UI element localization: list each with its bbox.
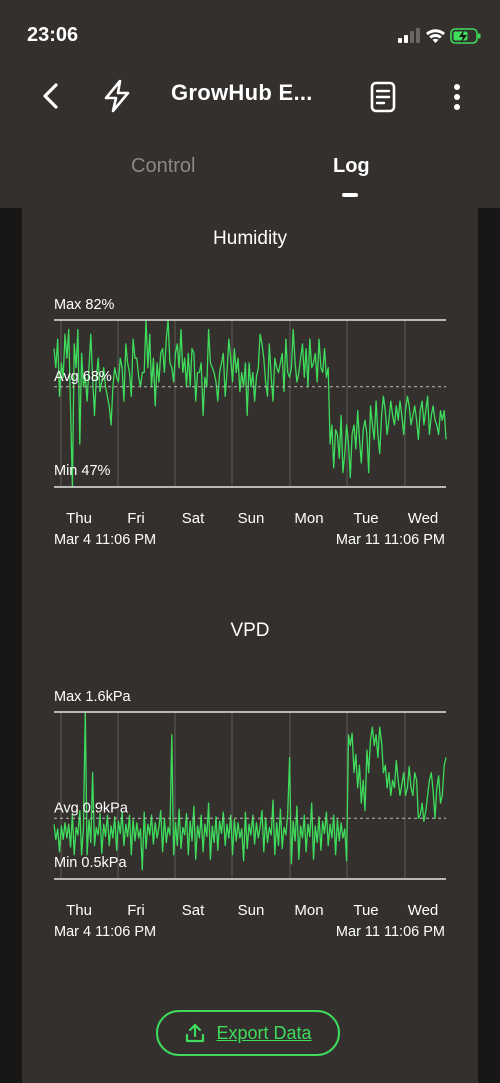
humidity-day-label: Sun: [237, 510, 265, 527]
humidity-day-label: Thu: [66, 510, 92, 527]
humidity-chart-title: Humidity: [213, 228, 287, 249]
export-data-label: Export Data: [216, 1022, 312, 1043]
vpd-avg-label: Avg 0.9kPa: [54, 800, 129, 816]
document-icon[interactable]: [368, 80, 398, 114]
vpd-day-label: Fri: [127, 902, 145, 919]
vpd-max-label: Max 1.6kPa: [54, 689, 131, 705]
humidity-range-end: Mar 11 11:06 PM: [335, 532, 445, 548]
tab-control[interactable]: Control: [131, 155, 195, 178]
tab-log[interactable]: Log: [333, 155, 370, 178]
humidity-day-label: Tue: [353, 510, 379, 527]
lightning-icon[interactable]: [100, 78, 134, 114]
page-title: GrowHub E...: [171, 80, 313, 105]
status-icons: [398, 28, 481, 44]
vpd-day-label: Mon: [294, 902, 324, 919]
humidity-chart: Max 82% Avg 68% Min 47%: [53, 297, 447, 488]
tab-active-indicator: [342, 193, 358, 197]
vpd-day-label: Sun: [237, 902, 265, 919]
upload-icon: [186, 1023, 205, 1043]
vpd-series-line: [53, 711, 447, 871]
export-data-button[interactable]: Export Data: [156, 1010, 340, 1056]
humidity-series-line: [53, 319, 447, 488]
battery-charging-icon: [450, 28, 481, 44]
vpd-day-label: Sat: [181, 902, 205, 919]
vpd-range-start: Mar 4 11:06 PM: [54, 924, 157, 940]
humidity-day-label: Fri: [127, 510, 145, 527]
vpd-day-label: Thu: [66, 902, 92, 919]
vpd-min-label: Min 0.5kPa: [54, 855, 127, 871]
humidity-min-label: Min 47%: [54, 463, 111, 479]
humidity-range-start: Mar 4 11:06 PM: [54, 532, 157, 548]
humidity-day-label: Sat: [181, 510, 205, 527]
top-bar: 23:06 GrowHub E... Control Log: [0, 0, 500, 208]
signal-icon: [398, 28, 420, 43]
humidity-day-label: Wed: [407, 510, 439, 527]
vpd-day-label: Tue: [353, 902, 379, 919]
humidity-max-label: Max 82%: [54, 297, 115, 313]
vpd-chart-title: VPD: [230, 620, 270, 641]
status-time: 23:06: [27, 24, 79, 46]
humidity-avg-label: Avg 68%: [54, 369, 112, 385]
vpd-day-label: Wed: [407, 902, 439, 919]
vpd-range-end: Mar 11 11:06 PM: [335, 924, 445, 940]
more-vertical-icon[interactable]: [446, 80, 468, 114]
wifi-icon: [426, 29, 445, 43]
back-chevron-icon[interactable]: [36, 80, 66, 112]
humidity-day-label: Mon: [294, 510, 324, 527]
vpd-chart: Max 1.6kPa Avg 0.9kPa Min 0.5kPa: [53, 689, 447, 880]
